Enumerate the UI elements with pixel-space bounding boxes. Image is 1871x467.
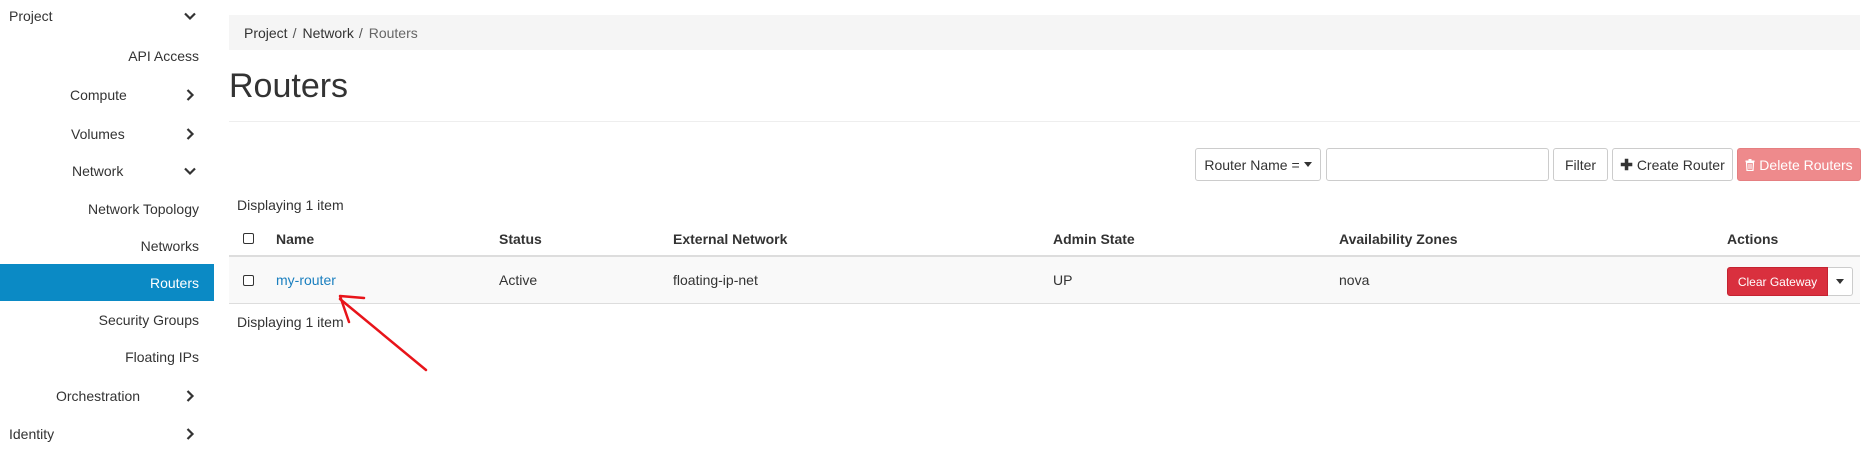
- table-header: Name Status External Network Admin State…: [229, 222, 1860, 257]
- table-toolbar: Router Name = Filter ✚ Create Router Del…: [0, 148, 1871, 181]
- column-header-status[interactable]: Status: [499, 222, 542, 255]
- chevron-right-icon: [183, 88, 197, 102]
- delete-routers-label: Delete Routers: [1759, 156, 1853, 173]
- sidebar-item-project[interactable]: Project: [0, 0, 214, 34]
- sidebar-item-floating-ips[interactable]: Floating IPs: [0, 338, 214, 375]
- router-status-cell: Active: [499, 272, 538, 288]
- sidebar-item-label: Project: [9, 7, 53, 24]
- router-name-cell: my-router: [276, 257, 336, 303]
- delete-routers-button[interactable]: Delete Routers: [1737, 148, 1861, 181]
- filter-button[interactable]: Filter: [1553, 148, 1608, 181]
- column-header-availability-zones[interactable]: Availability Zones: [1339, 222, 1458, 255]
- column-header-name[interactable]: Name: [276, 222, 314, 255]
- breadcrumb-item-routers: Routers: [368, 24, 418, 41]
- breadcrumb: Project / Network / Routers: [229, 15, 1860, 50]
- plus-icon: ✚: [1620, 156, 1633, 174]
- sidebar-item-label: Floating IPs: [125, 348, 199, 365]
- annotation-arrow-icon: [338, 294, 428, 372]
- sidebar-item-network-topology[interactable]: Network Topology: [0, 190, 214, 227]
- router-admin-state-cell: UP: [1053, 272, 1073, 288]
- page-title: Routers: [229, 67, 349, 105]
- filter-field-dropdown[interactable]: Router Name =: [1195, 148, 1321, 181]
- clear-gateway-button[interactable]: Clear Gateway: [1727, 267, 1828, 296]
- caret-down-icon: [1836, 279, 1844, 284]
- trash-icon: [1745, 158, 1755, 171]
- row-checkbox-cell: [243, 257, 254, 303]
- select-all-checkbox-cell: [243, 222, 254, 255]
- chevron-right-icon: [183, 389, 197, 403]
- router-availability-zones-cell: nova: [1339, 272, 1370, 288]
- breadcrumb-item-project[interactable]: Project: [244, 25, 288, 41]
- row-actions-dropdown-toggle[interactable]: [1828, 267, 1853, 296]
- divider: [229, 121, 1860, 122]
- sidebar-item-label: Orchestration: [56, 387, 141, 404]
- sidebar-item-label: Network Topology: [87, 200, 199, 217]
- sidebar-item-networks[interactable]: Networks: [0, 227, 214, 264]
- filter-field-label: Router Name =: [1204, 156, 1300, 173]
- create-router-button[interactable]: ✚ Create Router: [1612, 148, 1733, 181]
- sidebar-item-label: Identity: [9, 425, 55, 442]
- filter-input[interactable]: [1326, 148, 1549, 181]
- column-header-admin-state[interactable]: Admin State: [1053, 222, 1135, 255]
- sidebar-item-identity[interactable]: Identity: [0, 415, 214, 452]
- breadcrumb-separator: /: [358, 24, 363, 41]
- breadcrumb-separator: /: [292, 24, 297, 41]
- row-checkbox[interactable]: [243, 274, 254, 286]
- sidebar-item-volumes[interactable]: Volumes: [0, 115, 214, 152]
- item-count-bottom: Displaying 1 item: [237, 314, 344, 330]
- chevron-right-icon: [183, 127, 197, 141]
- sidebar-item-compute[interactable]: Compute: [0, 76, 214, 113]
- breadcrumb-item-network[interactable]: Network: [302, 25, 353, 41]
- routers-table: Name Status External Network Admin State…: [229, 222, 1860, 304]
- sidebar-item-label: API Access: [128, 47, 199, 64]
- sidebar-item-api-access[interactable]: API Access: [0, 37, 214, 74]
- chevron-down-icon: [183, 9, 197, 23]
- sidebar-item-label: Compute: [70, 86, 127, 103]
- sidebar-item-label: Routers: [149, 274, 199, 291]
- select-all-checkbox[interactable]: [243, 233, 254, 244]
- sidebar-item-orchestration[interactable]: Orchestration: [0, 377, 214, 414]
- sidebar: Project API Access Compute Volumes Netwo…: [0, 0, 214, 467]
- create-router-label: Create Router: [1636, 156, 1725, 173]
- sidebar-item-security-groups[interactable]: Security Groups: [0, 301, 214, 338]
- router-external-network-cell: floating-ip-net: [673, 272, 758, 288]
- item-count-top: Displaying 1 item: [237, 197, 344, 213]
- chevron-right-icon: [183, 427, 197, 441]
- column-header-external-network[interactable]: External Network: [673, 222, 787, 255]
- table-row: my-router Active floating-ip-net UP nova…: [229, 257, 1860, 304]
- caret-down-icon: [1303, 162, 1312, 167]
- column-header-actions: Actions: [1727, 230, 1779, 247]
- router-name-link[interactable]: my-router: [276, 272, 336, 288]
- sidebar-item-label: Networks: [140, 237, 199, 254]
- sidebar-item-label: Security Groups: [98, 311, 199, 328]
- sidebar-item-routers[interactable]: Routers: [0, 264, 214, 301]
- sidebar-item-label: Volumes: [71, 125, 125, 142]
